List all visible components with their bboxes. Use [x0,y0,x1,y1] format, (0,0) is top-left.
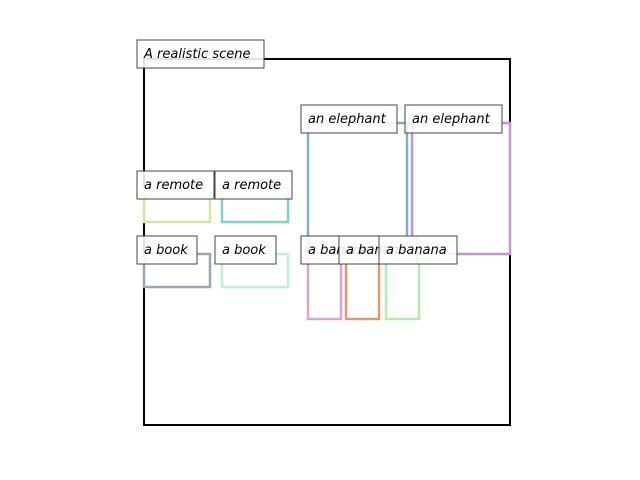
object-label-remote-2: a remote [214,170,293,200]
object-box-elephant-1 [306,121,409,256]
object-label-book-2: a book [214,235,277,265]
object-label-text: an elephant [308,112,387,127]
object-label-text: a book [222,243,266,258]
object-label-text: an elephant [412,112,491,127]
object-box-elephant-2 [410,121,512,256]
scene-caption: A realistic scene [136,39,265,69]
object-label-text: a remote [144,178,203,193]
object-label-banana-3: a banana [378,235,458,265]
object-label-remote-1: a remote [136,170,215,200]
object-label-elephant-1: an elephant [300,104,398,134]
object-label-elephant-2: an elephant [404,104,503,134]
object-label-text: a banana [386,243,447,258]
scene-diagram: A realistic scene an elephant an elephan… [136,39,512,426]
object-label-book-1: a book [136,235,198,265]
object-label-text: a remote [222,178,281,193]
scene-caption-text: A realistic scene [143,47,250,62]
object-label-text: a book [144,243,188,258]
